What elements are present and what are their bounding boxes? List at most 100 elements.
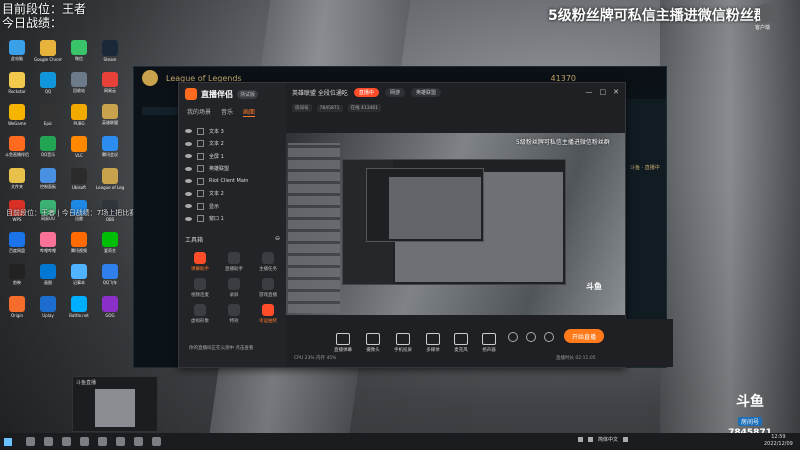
- lock-icon[interactable]: [197, 127, 204, 135]
- network-icon[interactable]: [588, 437, 593, 442]
- desktop-icon[interactable]: QQ音乐: [35, 136, 61, 158]
- eye-icon[interactable]: [185, 129, 192, 134]
- riot-icon[interactable]: [134, 437, 143, 446]
- toolbox-item[interactable]: 弹幕助手: [183, 252, 217, 272]
- desktop-icon[interactable]: League of Legends: [96, 168, 124, 190]
- toolbox-more-icon[interactable]: ⊖: [275, 235, 280, 244]
- eye-icon[interactable]: [185, 204, 192, 209]
- ime-indicator[interactable]: 简体中文: [598, 436, 618, 443]
- maximize-button[interactable]: □: [600, 88, 607, 96]
- desktop-icon[interactable]: QQ: [35, 72, 61, 94]
- lock-icon[interactable]: [197, 177, 204, 185]
- desktop-app-icon[interactable]: [760, 4, 778, 22]
- desktop-icon[interactable]: 哔哩哔哩: [35, 232, 61, 254]
- broadcast-control[interactable]: 多媒体: [426, 333, 440, 353]
- desktop-icon[interactable]: 文件夹: [4, 168, 30, 190]
- app-notice[interactable]: 你的直播间正在公测中 点击查看: [189, 345, 253, 351]
- desktop-icon[interactable]: GOG: [97, 296, 123, 318]
- desktop-icon[interactable]: Battle.net: [66, 296, 92, 318]
- tab-music[interactable]: 音乐: [221, 107, 233, 117]
- source-layer[interactable]: 文本 2: [179, 138, 286, 151]
- desktop-icon[interactable]: 百度网盘: [4, 232, 30, 254]
- minimize-button[interactable]: —: [586, 88, 593, 96]
- lock-icon[interactable]: [197, 140, 204, 148]
- source-layer[interactable]: 显示: [179, 200, 286, 213]
- desktop-icon[interactable]: Rockstar: [4, 72, 30, 94]
- toolbox-item[interactable]: 幸运抽奖: [251, 304, 285, 324]
- lock-icon[interactable]: [197, 152, 204, 160]
- edge-icon[interactable]: [80, 437, 89, 446]
- desktop-icon[interactable]: VLC: [66, 136, 92, 158]
- toolbox-item[interactable]: 录屏: [217, 278, 251, 298]
- desktop-icon[interactable]: 此电脑: [4, 40, 30, 62]
- broadcast-control[interactable]: 摄像头: [366, 333, 380, 353]
- eye-icon[interactable]: [185, 179, 192, 184]
- desktop-icon[interactable]: 画图: [35, 264, 61, 286]
- toolbox-item[interactable]: 虚拟形象: [183, 304, 217, 324]
- lock-icon[interactable]: [197, 190, 204, 198]
- toolbox-item[interactable]: 主播任务: [251, 252, 285, 272]
- search-icon[interactable]: [26, 437, 35, 446]
- record-icon[interactable]: [508, 332, 518, 342]
- source-layer[interactable]: 文本 3: [179, 125, 286, 138]
- desktop-icon[interactable]: 控制面板: [35, 168, 61, 190]
- lock-icon[interactable]: [197, 215, 204, 223]
- desktop-icon[interactable]: Origin: [4, 296, 30, 318]
- desktop-icon[interactable]: 网易云: [97, 72, 123, 94]
- tab-scenes[interactable]: 我的场景: [187, 107, 211, 117]
- streaming-app-window[interactable]: 直播伴侣 测试版 我的场景 音乐 画面 文本 3 文本 2 全屏 1 英雄联盟 Riot…: [178, 82, 673, 368]
- douyu-icon[interactable]: [152, 437, 161, 446]
- taskbar-thumbnail-preview[interactable]: 斗鱼直播: [72, 376, 158, 432]
- eye-icon[interactable]: [185, 154, 192, 159]
- desktop-icon[interactable]: 记事本: [66, 264, 92, 286]
- desktop-icon[interactable]: Uplay: [35, 296, 61, 318]
- desktop-icon[interactable]: PUBG: [66, 104, 92, 126]
- subcategory-pill[interactable]: 英雄联盟: [410, 87, 441, 97]
- source-layer[interactable]: 窗口 1: [179, 213, 286, 226]
- desktop-icon[interactable]: 剪映: [4, 264, 30, 286]
- category-pill[interactable]: 网游: [384, 87, 405, 97]
- toolbox-item[interactable]: 视频连麦: [183, 278, 217, 298]
- desktop-icon[interactable]: 斗鱼直播伴侣: [4, 136, 30, 158]
- source-layer[interactable]: 全屏 1: [179, 150, 286, 163]
- close-button[interactable]: ✕: [613, 88, 619, 96]
- toolbox-item[interactable]: 特效: [217, 304, 251, 324]
- broadcast-control[interactable]: 扬声器: [482, 333, 496, 353]
- desktop-icon[interactable]: Ubisoft: [66, 168, 92, 190]
- toolbox-item[interactable]: 直播助手: [217, 252, 251, 272]
- lock-icon[interactable]: [197, 202, 204, 210]
- system-clock[interactable]: 12:59 2022/12/09: [764, 434, 793, 448]
- eye-icon[interactable]: [185, 166, 192, 171]
- eye-icon[interactable]: [185, 141, 192, 146]
- desktop-icon[interactable]: 腾讯视频: [66, 232, 92, 254]
- source-layer[interactable]: Riot Client Main: [179, 175, 286, 188]
- desktop-icon[interactable]: 英雄联盟: [97, 104, 123, 126]
- explorer-icon[interactable]: [98, 437, 107, 446]
- broadcast-control[interactable]: 麦克风: [454, 333, 468, 353]
- desktop-icon[interactable]: Google Chrome: [34, 40, 62, 62]
- desktop-icon[interactable]: Steam: [97, 40, 123, 62]
- stream-preview[interactable]: 5级粉丝牌可私信主播进微信粉丝群 斗鱼: [286, 133, 625, 315]
- source-layer[interactable]: 文本 2: [179, 188, 286, 201]
- league-icon[interactable]: [116, 437, 125, 446]
- chrome-icon[interactable]: [62, 437, 71, 446]
- windows-start-icon[interactable]: [4, 437, 12, 446]
- desktop-icon[interactable]: 回收站: [66, 72, 92, 94]
- desktop-icon[interactable]: Epic: [35, 104, 61, 126]
- desktop-icon[interactable]: WeGame: [4, 104, 30, 126]
- broadcast-control[interactable]: 手机投屏: [394, 333, 412, 353]
- desktop-icon[interactable]: 微信: [66, 40, 92, 62]
- eye-icon[interactable]: [185, 216, 192, 221]
- task-view-icon[interactable]: [44, 437, 53, 446]
- tray-icon[interactable]: [578, 437, 583, 442]
- eye-icon[interactable]: [526, 332, 536, 342]
- room-title[interactable]: 英雄联盟 全段位通吃: [292, 88, 348, 97]
- eye-icon[interactable]: [185, 191, 192, 196]
- lock-icon[interactable]: [197, 165, 204, 173]
- broadcast-control[interactable]: 直播弹幕: [334, 333, 352, 353]
- toolbox-item[interactable]: 游戏直播: [251, 278, 285, 298]
- go-live-button[interactable]: 开始直播: [564, 329, 604, 343]
- desktop-icon[interactable]: 腾讯会议: [97, 136, 123, 158]
- desktop-icon[interactable]: QQ飞车: [97, 264, 123, 286]
- volume-icon[interactable]: [623, 437, 629, 442]
